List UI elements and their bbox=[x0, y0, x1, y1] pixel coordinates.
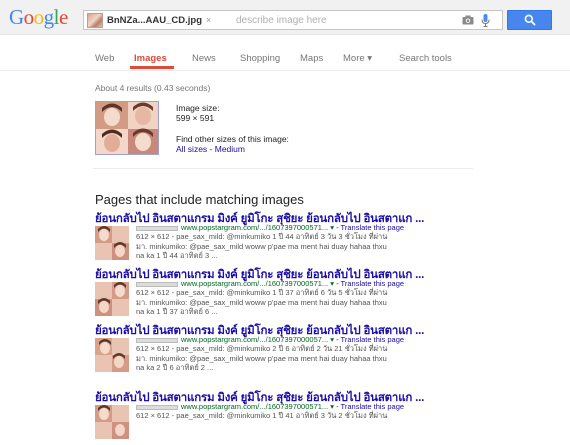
microphone-icon[interactable] bbox=[481, 14, 490, 27]
search-tabs: Web Images News Shopping Maps More ▾ Sea… bbox=[0, 34, 570, 71]
search-button[interactable] bbox=[507, 10, 552, 30]
snippet-line: 612 × 612 - pae_sax_mild: @minkumiko 2 ป… bbox=[136, 344, 388, 353]
tab-more[interactable]: More ▾ bbox=[343, 53, 372, 64]
query-image bbox=[96, 102, 158, 154]
google-logo[interactable]: Google bbox=[9, 6, 68, 28]
link-separator: - bbox=[207, 144, 215, 154]
logo-letter: o bbox=[33, 5, 45, 29]
pagerank-bar bbox=[136, 281, 178, 287]
tab-shopping[interactable]: Shopping bbox=[240, 53, 280, 64]
translate-link[interactable]: - Translate this page bbox=[334, 402, 404, 411]
pagerank-bar bbox=[136, 404, 178, 410]
top-bar: Google BnNZa...AAU_CD.jpg × describe ima… bbox=[0, 0, 570, 35]
result-snippet: 612 × 612 - pae_sax_mild: @minkumiko 2 ป… bbox=[136, 344, 476, 373]
result-thumbnail[interactable] bbox=[95, 338, 129, 372]
matching-pages-heading: Pages that include matching images bbox=[95, 192, 304, 207]
translate-link[interactable]: - Translate this page bbox=[334, 279, 404, 288]
result-url-line: www.popstargram.com/.../1607397000571...… bbox=[136, 402, 404, 411]
tab-web[interactable]: Web bbox=[95, 53, 114, 64]
result-thumbnail[interactable] bbox=[95, 226, 129, 260]
translate-link[interactable]: - Translate this page bbox=[334, 223, 404, 232]
result-thumbnail[interactable] bbox=[95, 405, 129, 439]
result-snippet: 612 × 612 - pae_sax_mild: @minkumiko 1 ป… bbox=[136, 288, 476, 317]
camera-icon[interactable] bbox=[462, 15, 474, 25]
pagerank-bar bbox=[136, 337, 178, 343]
snippet-line: na ka 1 ปี 37 อาทิตย์ 6 ... bbox=[136, 307, 218, 316]
result-image bbox=[95, 338, 129, 372]
snippet-line: มา. minkumiko: @pae_sax_mild woww p'pae … bbox=[136, 241, 387, 251]
tab-news[interactable]: News bbox=[192, 53, 216, 64]
result-stats: About 4 results (0.43 seconds) bbox=[95, 83, 211, 93]
snippet-line: na ka 1 ปี 44 อาทิตย์ 3 ... bbox=[136, 251, 218, 260]
logo-letter: g bbox=[43, 5, 55, 29]
search-icon bbox=[524, 14, 536, 26]
result-url: www.popstargram.com/.../1607397000057... bbox=[181, 335, 329, 344]
snippet-line: 612 × 612 - pae_sax_mild: @minkumiko 1 ป… bbox=[136, 288, 388, 297]
find-other-sizes-label: Find other sizes of this image: bbox=[176, 134, 289, 144]
result-snippet: 612 × 612 - pae_sax_mild: @minkumiko 1 ป… bbox=[136, 232, 476, 261]
image-size-value: 599 × 591 bbox=[176, 113, 215, 123]
result-image bbox=[95, 282, 129, 316]
snippet-line: มา. minkumiko: @pae_sax_mild woww p'pae … bbox=[136, 353, 387, 363]
search-box[interactable]: BnNZa...AAU_CD.jpg × describe image here bbox=[83, 10, 503, 30]
snippet-line: 612 × 612 - pae_sax_mild: @minkumiko 1 ป… bbox=[136, 411, 388, 420]
tab-maps[interactable]: Maps bbox=[300, 53, 323, 64]
query-image-thumbnail bbox=[87, 12, 103, 28]
logo-letter: o bbox=[23, 5, 35, 29]
query-image-preview[interactable] bbox=[95, 101, 159, 155]
image-size-label: Image size: bbox=[176, 103, 220, 113]
tab-search-tools[interactable]: Search tools bbox=[399, 53, 452, 64]
logo-letter: G bbox=[9, 5, 24, 29]
result-url: www.popstargram.com/.../1607397000571... bbox=[181, 223, 329, 232]
result-url: www.popstargram.com/.../1607397000571... bbox=[181, 402, 329, 411]
remove-image-icon[interactable]: × bbox=[206, 15, 211, 25]
tab-images[interactable]: Images bbox=[134, 53, 167, 64]
snippet-line: มา. minkumiko: @pae_sax_mild woww p'pae … bbox=[136, 297, 387, 307]
pagerank-bar bbox=[136, 225, 178, 231]
snippet-line: 612 × 612 - pae_sax_mild: @minkumiko 1 ป… bbox=[136, 232, 388, 241]
result-image bbox=[95, 405, 129, 439]
query-image-filename: BnNZa...AAU_CD.jpg bbox=[107, 14, 202, 26]
medium-size-link[interactable]: Medium bbox=[215, 144, 245, 154]
result-url-line: www.popstargram.com/.../1607397000057...… bbox=[136, 335, 404, 344]
logo-letter: e bbox=[59, 5, 68, 29]
translate-link[interactable]: - Translate this page bbox=[334, 335, 404, 344]
active-tab-indicator bbox=[130, 66, 174, 69]
result-url-line: www.popstargram.com/.../1607397000571...… bbox=[136, 223, 404, 232]
other-sizes-links: All sizes - Medium bbox=[176, 144, 245, 154]
snippet-line: na ka 2 ปี 6 อาทิตย์ 2 ... bbox=[136, 363, 214, 372]
result-url-line: www.popstargram.com/.../1607397000571...… bbox=[136, 279, 404, 288]
search-image-chip[interactable]: BnNZa...AAU_CD.jpg × bbox=[87, 12, 211, 28]
result-image bbox=[95, 226, 129, 260]
result-thumbnail[interactable] bbox=[95, 282, 129, 316]
all-sizes-link[interactable]: All sizes bbox=[176, 144, 207, 154]
divider bbox=[93, 168, 473, 169]
result-url: www.popstargram.com/.../1607397000571... bbox=[181, 279, 329, 288]
search-input[interactable]: describe image here bbox=[236, 15, 327, 26]
result-snippet: 612 × 612 - pae_sax_mild: @minkumiko 1 ป… bbox=[136, 411, 476, 421]
